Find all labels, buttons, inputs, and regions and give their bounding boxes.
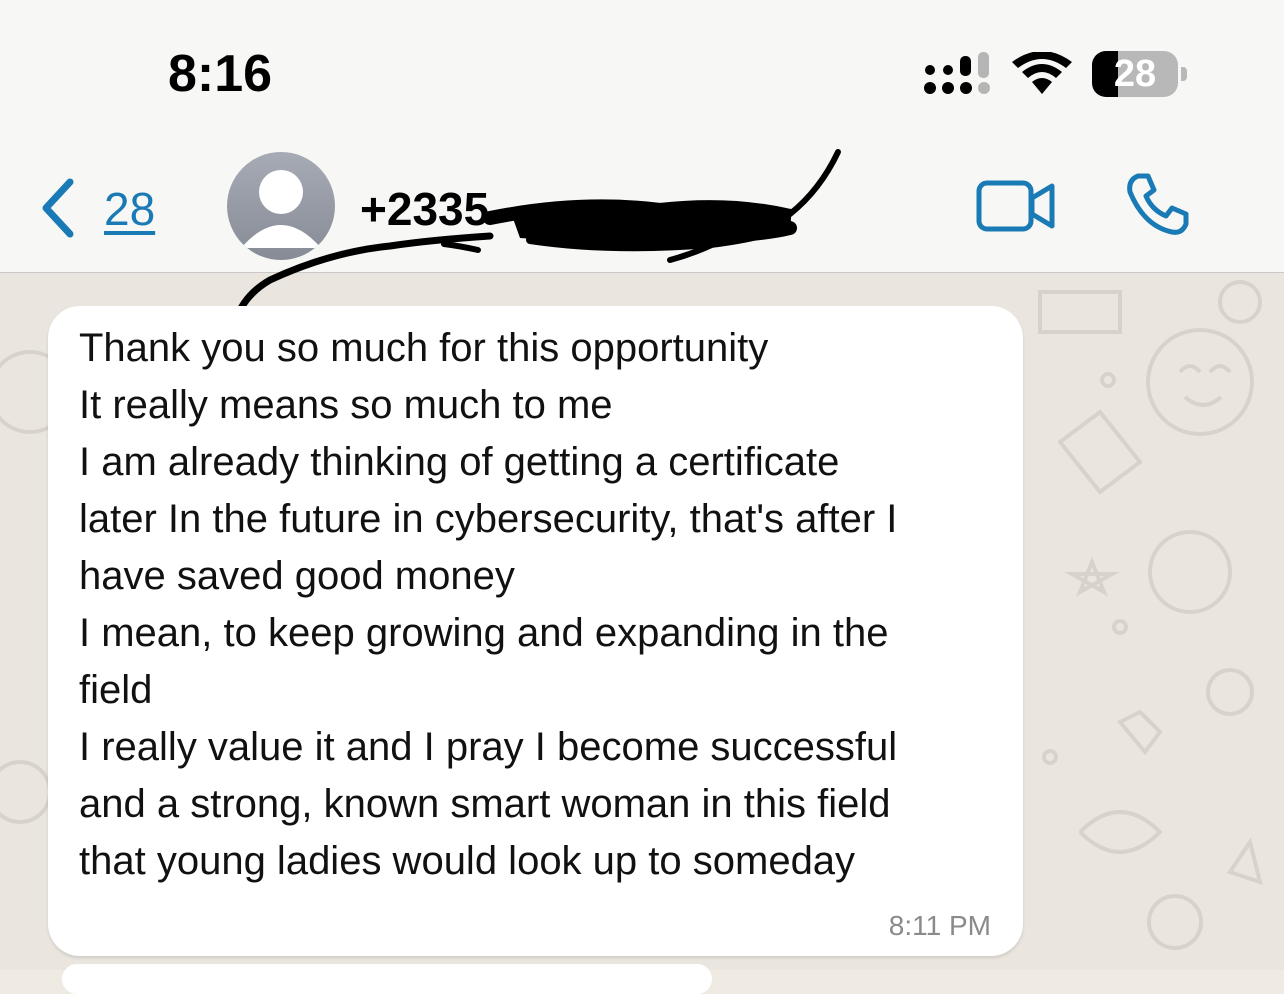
- video-call-icon[interactable]: [976, 180, 1056, 232]
- message-line: have saved good money: [79, 554, 515, 598]
- message-line: Thank you so much for this opportunity: [79, 326, 769, 370]
- wifi-icon: [1012, 52, 1072, 94]
- battery-level: 28: [1113, 53, 1157, 95]
- status-time: 8:16: [168, 45, 273, 103]
- next-message-bubble[interactable]: [62, 964, 712, 994]
- chat-header: 28 +2335: [0, 140, 1284, 324]
- message-timestamp: 8:11 PM: [888, 910, 991, 941]
- message-line: I really value it and I pray I become su…: [79, 725, 898, 769]
- phone-icon[interactable]: [1124, 172, 1190, 238]
- battery-icon: 28: [1092, 51, 1188, 99]
- message-line: field: [79, 668, 153, 712]
- status-bar: 8:16 28: [0, 0, 1284, 140]
- message-line: I am already thinking of getting a certi…: [79, 440, 840, 484]
- message-line: that young ladies would look up to somed…: [79, 839, 856, 883]
- cellular-signal-icon: [924, 52, 990, 94]
- message-line: and a strong, known smart woman in this …: [79, 782, 891, 826]
- back-button-count[interactable]: 28: [104, 182, 155, 236]
- message-line: It really means so much to me: [79, 383, 613, 427]
- message-line: I mean, to keep growing and expanding in…: [79, 611, 889, 655]
- message-line: later In the future in cybersecurity, th…: [79, 497, 898, 541]
- message-bubble[interactable]: Thank you so much for this opportunity I…: [48, 306, 1023, 956]
- chevron-left-icon[interactable]: [38, 178, 78, 238]
